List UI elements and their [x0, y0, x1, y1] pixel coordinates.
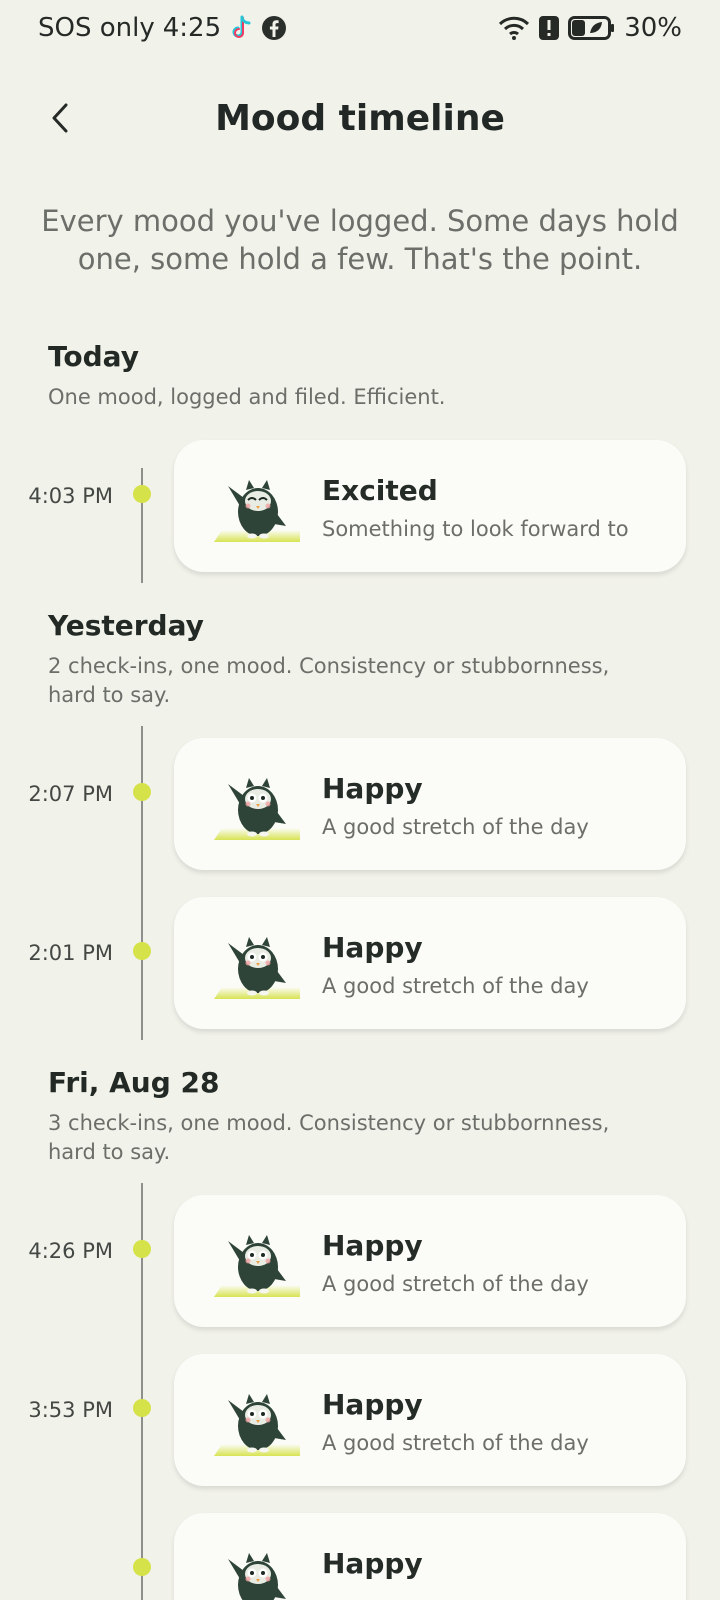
mood-card[interactable]: Happy A good stretch of the day: [174, 897, 686, 1029]
mood-name: Happy: [322, 931, 423, 964]
status-right: 30%: [498, 13, 682, 43]
status-left: SOS only 4:25: [38, 13, 287, 43]
mood-name: Happy: [322, 1388, 423, 1421]
mood-name: Happy: [322, 1547, 423, 1580]
owl-mascot-icon: [214, 1384, 300, 1456]
day-subtitle: 3 check-ins, one mood. Consistency or st…: [48, 1111, 610, 1164]
intro-text: Every mood you've logged. Some days hold…: [41, 204, 679, 276]
day-title: Fri, Aug 28: [48, 1066, 220, 1099]
timeline-dot: [133, 1240, 151, 1258]
entry-time: 4:26 PM: [28, 1239, 113, 1263]
day-title: Today: [48, 340, 139, 373]
wifi-icon: [498, 15, 530, 41]
status-bar: SOS only 4:25 30%: [0, 0, 720, 56]
mood-name: Excited: [322, 474, 438, 507]
timeline-dot: [133, 942, 151, 960]
mood-text: Happy A good stretch of the day: [322, 1229, 589, 1296]
day-group: Today One mood, logged and filed. Efficie…: [0, 340, 720, 587]
timeline-entry: 3:53 PM Happy A good stretch of the day: [0, 1342, 720, 1501]
tiktok-icon: [229, 15, 253, 41]
day-subtitle: One mood, logged and filed. Efficient.: [48, 385, 446, 409]
clock-text: 4:25: [162, 13, 222, 43]
facebook-icon: [261, 15, 287, 41]
battery-icon: [568, 15, 616, 41]
mood-description: A good stretch of the day: [322, 1431, 589, 1455]
entry-time: 3:53 PM: [28, 1398, 113, 1422]
mood-card[interactable]: Happy: [174, 1513, 686, 1600]
mood-text: Happy: [322, 1547, 423, 1590]
day-entries: 4:03 PM Excited Something to look forward …: [0, 428, 720, 587]
chevron-left-icon: [52, 103, 68, 133]
entry-time: 2:07 PM: [28, 782, 113, 806]
timeline-entry: Happy: [0, 1501, 720, 1600]
mood-timeline: Today One mood, logged and filed. Efficie…: [0, 340, 720, 1600]
day-entries: 2:07 PM Happy A good stretch of the day 2:0…: [0, 726, 720, 1044]
timeline-dot: [133, 1399, 151, 1417]
entry-time: 2:01 PM: [28, 941, 113, 965]
timeline-dot: [133, 485, 151, 503]
carrier-text: SOS only: [38, 13, 155, 43]
mood-card[interactable]: Happy A good stretch of the day: [174, 1354, 686, 1486]
app-header: Mood timeline: [0, 80, 720, 156]
mood-description: A good stretch of the day: [322, 815, 589, 839]
entry-time: 4:03 PM: [28, 484, 113, 508]
timeline-dot: [133, 1558, 151, 1576]
mood-text: Excited Something to look forward to: [322, 474, 629, 541]
mood-text: Happy A good stretch of the day: [322, 931, 589, 998]
mood-card[interactable]: Happy A good stretch of the day: [174, 738, 686, 870]
timeline-entry: 2:07 PM Happy A good stretch of the day: [0, 726, 720, 885]
day-group: Fri, Aug 28 3 check-ins, one mood. Consis…: [0, 1066, 720, 1600]
page-title: Mood timeline: [215, 97, 505, 139]
mood-name: Happy: [322, 1229, 423, 1262]
owl-mascot-icon: [214, 927, 300, 999]
battery-percent: 30%: [624, 13, 682, 43]
day-group: Yesterday 2 check-ins, one mood. Consiste…: [0, 609, 720, 1044]
timeline-dot: [133, 783, 151, 801]
mood-description: Something to look forward to: [322, 517, 629, 541]
mood-card[interactable]: Excited Something to look forward to: [174, 440, 686, 572]
day-entries: 4:26 PM Happy A good stretch of the day 3:5…: [0, 1183, 720, 1600]
mood-description: A good stretch of the day: [322, 974, 589, 998]
day-title: Yesterday: [48, 609, 204, 642]
owl-mascot-icon: [214, 1543, 300, 1600]
mood-text: Happy A good stretch of the day: [322, 772, 589, 839]
mood-name: Happy: [322, 772, 423, 805]
owl-mascot-icon: [214, 768, 300, 840]
timeline-entry: 4:03 PM Excited Something to look forward …: [0, 428, 720, 587]
alert-icon: [538, 15, 560, 41]
owl-mascot-icon: [214, 470, 300, 542]
back-button[interactable]: [36, 94, 84, 142]
mood-description: A good stretch of the day: [322, 1272, 589, 1296]
mood-card[interactable]: Happy A good stretch of the day: [174, 1195, 686, 1327]
day-subtitle: 2 check-ins, one mood. Consistency or st…: [48, 654, 610, 707]
mood-text: Happy A good stretch of the day: [322, 1388, 589, 1455]
timeline-entry: 4:26 PM Happy A good stretch of the day: [0, 1183, 720, 1342]
timeline-entry: 2:01 PM Happy A good stretch of the day: [0, 885, 720, 1044]
owl-mascot-icon: [214, 1225, 300, 1297]
